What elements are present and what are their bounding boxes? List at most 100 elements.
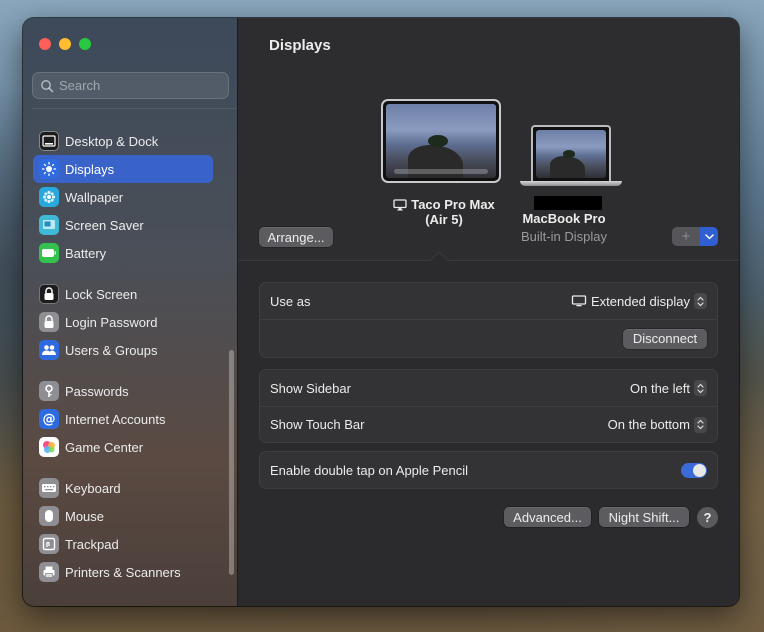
displays-icon (39, 159, 59, 179)
sidebar-item-login-password[interactable]: Login Password (33, 308, 213, 336)
sidebar-item-mouse[interactable]: Mouse (33, 502, 213, 530)
sidebar-item-label: Internet Accounts (65, 411, 166, 427)
macbook-wallpaper-preview (536, 130, 606, 178)
sidebar-item-label: Lock Screen (65, 286, 138, 302)
trackpad-icon (39, 534, 59, 554)
search-field[interactable] (32, 72, 229, 99)
ipad-display-label: Taco Pro Max (Air 5) (384, 197, 504, 227)
sidebar-item-label: Battery (65, 245, 107, 261)
sidebar-item-users-groups[interactable]: Users & Groups (33, 336, 213, 364)
sidebar-item-label: Users & Groups (65, 342, 158, 358)
popup-stepper-icon (694, 416, 707, 433)
pencil-group: Enable double tap on Apple Pencil (259, 451, 718, 489)
sidebar-item-label: Displays (65, 161, 115, 177)
disconnect-button[interactable]: Disconnect (623, 328, 707, 349)
desktop-dock-icon (39, 131, 59, 151)
ipad-name-line1: Taco Pro Max (411, 197, 495, 212)
sidebar-item-displays[interactable]: Displays (33, 155, 213, 183)
pencil-double-tap-row: Enable double tap on Apple Pencil (260, 452, 717, 488)
use-as-group: Use as Extended display Disconnect (259, 282, 718, 358)
sidebar-item-label: Printers & Scanners (65, 564, 181, 580)
window-controls (39, 38, 91, 50)
show-touch-bar-value: On the bottom (607, 417, 690, 432)
sidebar-item-desktop-dock[interactable]: Desktop & Dock (33, 127, 213, 155)
sidebar-scrollbar[interactable] (229, 350, 234, 575)
close-button[interactable] (39, 38, 51, 50)
sidebar-item-label: Mouse (65, 508, 105, 524)
sidebar-item-label: Game Center (65, 439, 144, 455)
search-icon (41, 79, 54, 92)
add-display-control: + (672, 227, 718, 246)
main-pane: Displays Taco Pro Max (Air 5) MacBook Pr… (238, 18, 739, 606)
disconnect-row: Disconnect (260, 319, 717, 357)
sidebar-item-label: Passwords (65, 383, 129, 399)
pencil-double-tap-label: Enable double tap on Apple Pencil (270, 462, 469, 478)
ipad-wallpaper-preview (386, 104, 496, 178)
sidebar-item-game-center[interactable]: Game Center (33, 433, 213, 461)
macbook-display-subtitle: Built-in Display (521, 229, 607, 244)
show-sidebar-label: Show Sidebar (270, 380, 351, 396)
printers-scanners-icon (39, 562, 59, 582)
show-touch-bar-popup[interactable]: On the bottom (607, 416, 707, 433)
use-as-label: Use as (270, 293, 311, 309)
sidebar-item-label: Trackpad (65, 536, 119, 552)
show-touch-bar-row: Show Touch Bar On the bottom (260, 406, 717, 442)
display-icon (571, 295, 587, 307)
pencil-double-tap-toggle[interactable] (681, 462, 707, 478)
ipad-display-thumbnail[interactable] (381, 99, 501, 183)
sidebar-list: Desktop & Dock Displays Wallpaper Screen… (33, 127, 213, 586)
sidebar-item-trackpad[interactable]: Trackpad (33, 530, 213, 558)
passwords-icon (39, 381, 59, 401)
sidebar-item-label: Login Password (65, 314, 158, 330)
sidebar-item-battery[interactable]: Battery (33, 239, 213, 267)
macbook-display-name: MacBook Pro (522, 211, 606, 226)
battery-icon (39, 243, 59, 263)
show-sidebar-popup[interactable]: On the left (630, 380, 707, 396)
arrange-button[interactable]: Arrange... (259, 227, 333, 247)
popup-stepper-icon (694, 380, 707, 396)
sidebar-item-passwords[interactable]: Passwords (33, 377, 213, 405)
sidebar-item-label: Keyboard (65, 480, 121, 496)
sidebar-divider (32, 108, 237, 109)
show-sidebar-value: On the left (630, 380, 690, 396)
sidebar-item-lock-screen[interactable]: Lock Screen (33, 280, 213, 308)
show-sidebar-row: Show Sidebar On the left (260, 370, 717, 406)
minimize-button[interactable] (59, 38, 71, 50)
sidebar-item-label: Desktop & Dock (65, 133, 159, 149)
page-title: Displays (269, 37, 331, 54)
sidebar-item-label: Wallpaper (65, 189, 124, 205)
search-input[interactable] (59, 78, 219, 93)
use-as-popup[interactable]: Extended display (571, 293, 707, 309)
sidebar-item-wallpaper[interactable]: Wallpaper (33, 183, 213, 211)
advanced-button[interactable]: Advanced... (504, 507, 591, 527)
screen-saver-icon (39, 215, 59, 235)
add-display-menu-button[interactable] (700, 227, 718, 246)
zoom-button[interactable] (79, 38, 91, 50)
system-settings-window: Desktop & Dock Displays Wallpaper Screen… (23, 18, 739, 606)
use-as-value: Extended display (590, 293, 690, 309)
redacted-label (534, 196, 602, 210)
mouse-icon (39, 506, 59, 526)
help-button[interactable]: ? (697, 507, 718, 528)
ipad-name-line2: (Air 5) (425, 212, 463, 227)
macbook-base (520, 181, 622, 186)
lock-screen-icon (39, 284, 59, 304)
sidebar-item-screen-saver[interactable]: Screen Saver (33, 211, 213, 239)
night-shift-button[interactable]: Night Shift... (599, 507, 689, 527)
show-touch-bar-label: Show Touch Bar (270, 417, 365, 432)
internet-accounts-icon: @ (39, 409, 59, 429)
use-as-row: Use as Extended display (260, 283, 717, 319)
keyboard-icon (39, 478, 59, 498)
sidebar-item-printers-scanners[interactable]: Printers & Scanners (33, 558, 213, 586)
sidebar-item-internet-accounts[interactable]: @ Internet Accounts (33, 405, 213, 433)
macbook-display-thumbnail[interactable] (520, 125, 622, 187)
add-display-button[interactable]: + (672, 227, 700, 246)
sidebar-item-keyboard[interactable]: Keyboard (33, 474, 213, 502)
login-password-icon (39, 312, 59, 332)
airplay-icon (393, 199, 407, 211)
chevron-down-icon (704, 233, 714, 240)
wallpaper-icon (39, 187, 59, 207)
